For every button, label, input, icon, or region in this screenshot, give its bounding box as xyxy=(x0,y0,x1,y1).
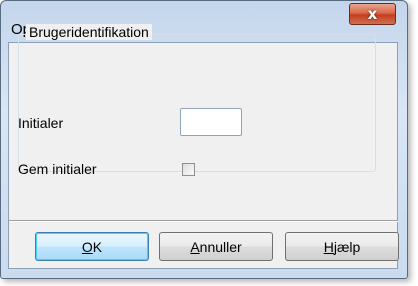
hjaelp-mnemonic: H xyxy=(323,238,334,255)
annuller-label-rest: nnuller xyxy=(199,238,242,255)
close-button[interactable]: x xyxy=(349,3,396,25)
annuller-button[interactable]: Annuller xyxy=(159,232,273,261)
separator xyxy=(9,220,398,222)
user-identification-group xyxy=(18,34,376,172)
ok-label-rest: K xyxy=(92,238,103,255)
ok-button[interactable]: OK xyxy=(35,232,149,261)
initialer-label: Initialer xyxy=(18,115,64,131)
ok-mnemonic: O xyxy=(81,238,93,255)
initialer-input[interactable] xyxy=(180,108,242,136)
gem-initialer-label: Gem initialer xyxy=(18,161,97,177)
annuller-mnemonic: A xyxy=(190,238,200,255)
gem-initialer-checkbox[interactable] xyxy=(182,163,195,176)
close-icon: x xyxy=(367,5,378,23)
hjaelp-label-rest: jælp xyxy=(333,238,361,255)
hjaelp-button[interactable]: Hjælp xyxy=(285,232,399,261)
group-label: Brugeridentifikation xyxy=(26,24,152,40)
